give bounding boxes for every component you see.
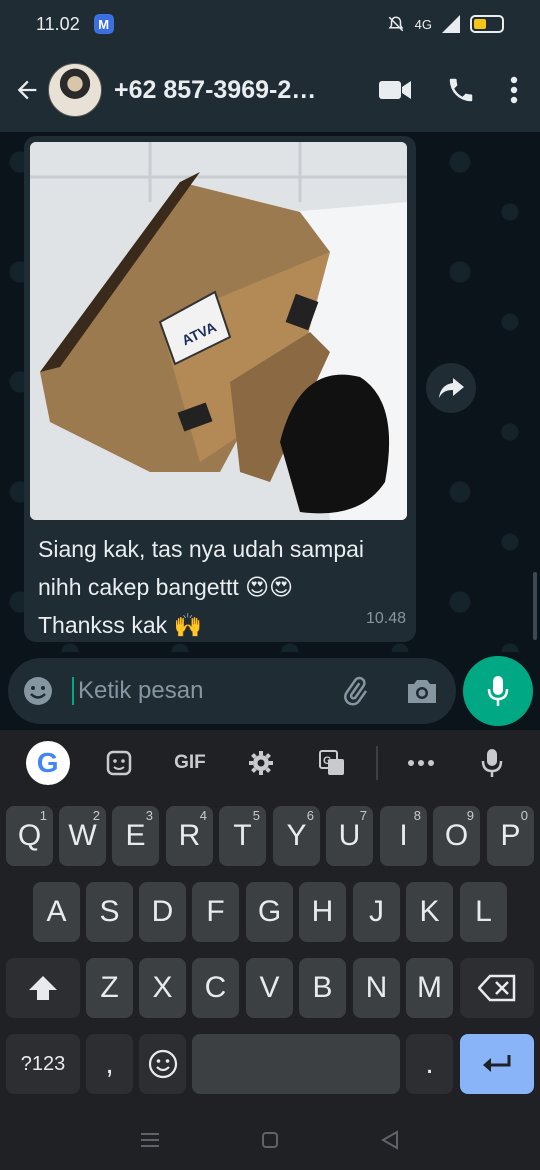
message-bubble[interactable]: ATVA Siang kak, tas nya udah sampai nihh… (24, 136, 416, 642)
shift-arrow-icon (29, 976, 57, 1000)
google-icon[interactable]: G (25, 741, 70, 785)
enter-key[interactable] (460, 1034, 534, 1094)
battery-icon (470, 15, 504, 33)
chat-area[interactable]: ATVA Siang kak, tas nya udah sampai nihh… (0, 132, 540, 652)
settings-button[interactable] (226, 749, 297, 777)
key-p[interactable]: P0 (487, 806, 534, 866)
contact-avatar[interactable] (48, 63, 102, 117)
microphone-icon (487, 676, 509, 706)
key-l[interactable]: L (460, 882, 507, 942)
key-h[interactable]: H (299, 882, 346, 942)
message-input-placeholder[interactable]: Ketik pesan (72, 677, 340, 705)
keyboard-mic-icon (482, 749, 503, 777)
translate-icon: G (319, 750, 345, 775)
key-w[interactable]: W2 (59, 806, 106, 866)
camera-icon[interactable] (406, 677, 438, 705)
key-g[interactable]: G (246, 882, 293, 942)
message-photo[interactable]: ATVA (30, 142, 407, 520)
key-j[interactable]: J (353, 882, 400, 942)
more-horizontal-icon (408, 760, 435, 766)
period-key[interactable]: . (406, 1034, 453, 1094)
keyboard: G GIF G Q1 W2 E3 R4 T5 Y6 U7 I 8 O 9 P 0… (0, 730, 540, 1110)
composer-icons (340, 676, 438, 706)
status-bar: 11.02 M 4G (0, 0, 540, 48)
video-call-icon[interactable] (378, 78, 412, 102)
key-q[interactable]: Q1 (6, 806, 53, 866)
forward-button[interactable] (426, 363, 476, 413)
key-a[interactable]: A (33, 882, 80, 942)
header-actions (378, 75, 528, 105)
message-timestamp: 10.48 (365, 610, 406, 627)
arrow-back-icon (17, 80, 37, 100)
key-c[interactable]: C (192, 958, 239, 1018)
key-m[interactable]: M (406, 958, 453, 1018)
sticker-icon (106, 750, 131, 776)
key-t[interactable]: T5 (219, 806, 266, 866)
key-y[interactable]: Y6 (273, 806, 320, 866)
contact-name[interactable]: +62 857-3969-2… (114, 76, 344, 105)
enter-arrow-icon (483, 1055, 511, 1072)
message-input-field[interactable]: Ketik pesan (8, 658, 456, 724)
attach-icon[interactable] (340, 676, 370, 706)
svg-text:G: G (323, 755, 332, 767)
key-u[interactable]: U7 (326, 806, 373, 866)
backspace-key[interactable] (460, 958, 534, 1018)
key-k[interactable]: K (406, 882, 453, 942)
key-s[interactable]: S (86, 882, 133, 942)
key-i[interactable]: I8 (380, 806, 427, 866)
home-icon[interactable] (261, 1131, 279, 1149)
emoji-key[interactable] (139, 1034, 186, 1094)
gear-icon (249, 751, 274, 775)
key-z[interactable]: Z (86, 958, 133, 1018)
mute-bell-icon (388, 16, 404, 32)
network-type-label: 4G (414, 16, 432, 32)
voice-call-icon[interactable] (446, 75, 476, 105)
key-x[interactable]: X (139, 958, 186, 1018)
key-o[interactable]: O9 (433, 806, 480, 866)
message-text: Siang kak, tas nya udah sampai nihh cake… (30, 520, 410, 644)
key-n[interactable]: N (353, 958, 400, 1018)
signal-icon (442, 15, 460, 33)
message-composer: Ketik pesan (0, 652, 540, 730)
system-nav-bar (0, 1110, 540, 1170)
whatsapp-chat-screen: 11.02 M 4G +62 857-3969-2… ATVA Siang ka… (0, 0, 540, 1170)
key-d[interactable]: D (139, 882, 186, 942)
shift-key[interactable] (6, 958, 80, 1018)
status-time: 11.02 (36, 13, 80, 34)
key-f[interactable]: F (192, 882, 239, 942)
key-b[interactable]: B (299, 958, 346, 1018)
comma-key[interactable]: , (86, 1034, 133, 1094)
keyboard-toolbar: G GIF G (0, 730, 540, 796)
back-triangle-icon[interactable] (380, 1130, 400, 1150)
app-notification-icon: M (93, 14, 114, 34)
toolbar-divider (375, 746, 378, 780)
symbols-key[interactable]: ?123 (6, 1034, 80, 1094)
forward-icon (439, 378, 464, 398)
message-line-1: Siang kak, tas nya udah sampai (38, 536, 365, 562)
backspace-icon (478, 974, 516, 1002)
message-line-2: nihh cakep bangettt 😍😍 (38, 574, 294, 600)
gif-button[interactable]: GIF (154, 752, 225, 774)
bag-photo-image: ATVA (30, 142, 407, 520)
key-r[interactable]: R4 (166, 806, 213, 866)
translate-button[interactable]: G (297, 749, 368, 777)
chat-header: +62 857-3969-2… (0, 48, 540, 132)
voice-typing-button[interactable] (457, 748, 528, 778)
keyboard-emoji-icon (148, 1049, 177, 1079)
chat-scrollbar[interactable] (533, 572, 537, 640)
status-indicators: 4G (387, 15, 504, 33)
recents-menu-icon[interactable] (140, 1132, 160, 1148)
space-key[interactable] (192, 1034, 400, 1094)
back-button[interactable] (12, 75, 42, 105)
key-e[interactable]: E3 (112, 806, 159, 866)
key-v[interactable]: V (246, 958, 293, 1018)
more-tools-button[interactable] (386, 759, 457, 767)
emoji-icon[interactable] (22, 675, 54, 707)
message-line-3: Thankss kak 🙌 (38, 612, 203, 638)
sticker-button[interactable] (83, 749, 154, 777)
more-options-icon[interactable] (510, 76, 518, 104)
voice-message-button[interactable] (463, 656, 533, 726)
